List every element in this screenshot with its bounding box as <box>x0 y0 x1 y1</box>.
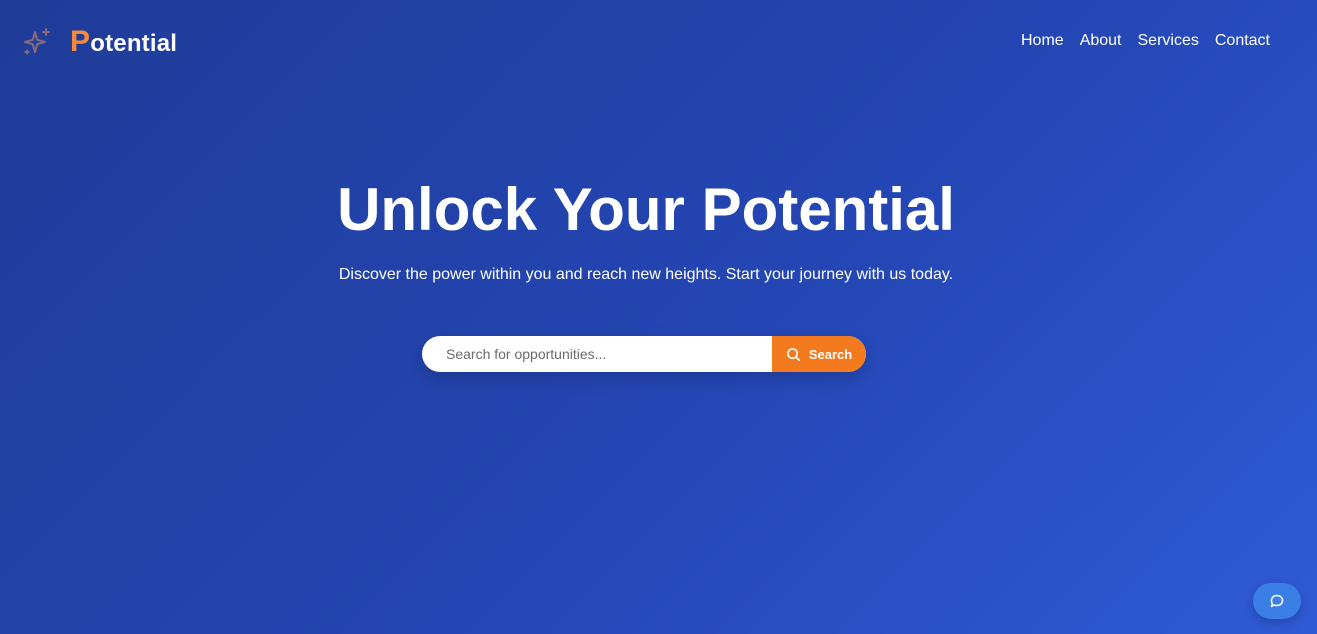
search-button-label: Search <box>808 346 853 362</box>
logo[interactable]: Potential <box>22 26 177 58</box>
search-icon <box>786 347 801 362</box>
sparkle-icon <box>22 26 54 58</box>
search-button[interactable]: Search <box>772 336 866 372</box>
nav-item-home[interactable]: Home <box>1021 31 1064 51</box>
logo-first-letter: P <box>70 25 91 58</box>
chat-button[interactable] <box>1253 583 1301 619</box>
nav-item-services[interactable]: Services <box>1138 31 1199 51</box>
search-bar: Search <box>422 336 866 372</box>
chat-bubble-icon <box>1270 594 1284 608</box>
main-nav: Home About Services Contact <box>1005 31 1270 51</box>
nav-item-about[interactable]: About <box>1080 31 1122 51</box>
hero-title: Unlock Your Potential <box>337 176 955 243</box>
logo-text: Potential <box>70 27 177 57</box>
hero-subtitle: Discover the power within you and reach … <box>338 266 954 283</box>
search-input[interactable] <box>422 336 772 372</box>
nav-item-contact[interactable]: Contact <box>1215 31 1270 51</box>
logo-rest: otential <box>90 30 178 57</box>
